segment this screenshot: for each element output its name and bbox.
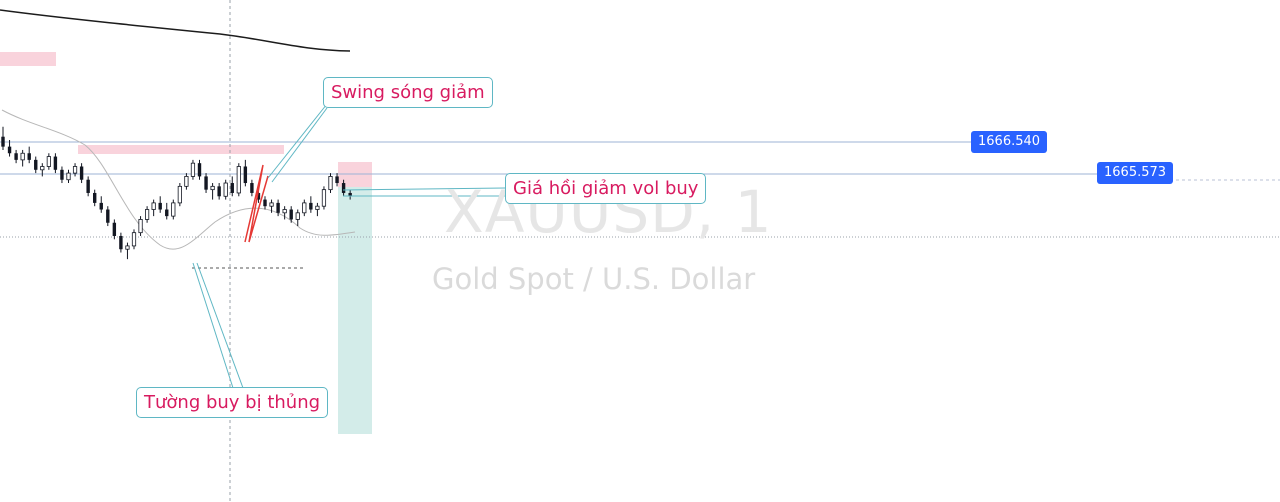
candle-body (144, 209, 150, 220)
price-tag-lower[interactable]: 1665.573 (1097, 162, 1174, 184)
candle-body (243, 166, 248, 184)
candle-body (93, 192, 97, 203)
candle-body (190, 162, 196, 177)
candle-body (106, 209, 110, 223)
candle-body (158, 202, 162, 210)
moving-average-long (0, 9, 351, 52)
candle-body (177, 185, 182, 204)
price-tag-upper[interactable]: 1666.540 (971, 131, 1048, 153)
candle-body (46, 156, 51, 167)
annotation-pullback[interactable]: Giá hồi giảm vol buy (505, 173, 707, 204)
candle-body (217, 186, 221, 197)
candle-body (328, 176, 333, 191)
supply-zone-mid (78, 145, 284, 154)
candle-body (7, 146, 12, 154)
candle-body (236, 166, 241, 194)
candle-body (295, 212, 300, 220)
candle-body (250, 183, 254, 193)
candle-body (86, 179, 90, 193)
candle-body (40, 166, 45, 171)
candle-body (20, 152, 25, 161)
candle-body (79, 166, 84, 180)
candle-body (138, 219, 143, 234)
candle-body (315, 205, 320, 210)
candle-body (165, 209, 169, 217)
candle-body (276, 202, 280, 213)
wall-callout-connector (192, 262, 234, 389)
annotation-swing[interactable]: Swing sóng giảm (323, 77, 493, 108)
supply-zone-top (0, 52, 56, 66)
candle-body (119, 235, 123, 250)
annotation-wall-broken[interactable]: Tường buy bị thủng (136, 387, 329, 418)
candle-body (309, 202, 313, 210)
candle-body (151, 202, 156, 210)
candle-body (34, 159, 38, 170)
price-chart[interactable] (0, 0, 1280, 502)
candle-body (321, 189, 327, 207)
candle-body (204, 176, 208, 190)
candle-body (53, 156, 58, 170)
candle-body (341, 183, 346, 193)
candle-body (99, 202, 103, 210)
short-position-target-zone (338, 187, 372, 434)
candle-body (171, 202, 176, 217)
candle-body (14, 153, 18, 160)
candle-body (27, 153, 31, 160)
wall-callout-connector-2 (196, 262, 244, 389)
candle-body (125, 245, 130, 250)
candle-body (223, 182, 228, 197)
candle-body (60, 169, 64, 180)
candle-body (72, 166, 78, 174)
candle-body (1, 136, 5, 147)
candle-body (197, 163, 202, 177)
candle-body (269, 202, 274, 207)
swing-callout-connector (267, 103, 328, 179)
candle-body (302, 202, 307, 214)
candle-body (289, 209, 293, 220)
candle-body (210, 185, 215, 191)
candle-body (184, 176, 189, 187)
candle-body (335, 176, 339, 184)
candle-body (66, 172, 71, 181)
candle-body (263, 199, 267, 207)
candle-body (131, 232, 137, 247)
candle-body (112, 222, 117, 236)
moving-average-short (1, 109, 356, 250)
candle-body (282, 209, 287, 214)
instrument-description-watermark: Gold Spot / U.S. Dollar (432, 262, 756, 296)
candle-body (230, 183, 234, 193)
